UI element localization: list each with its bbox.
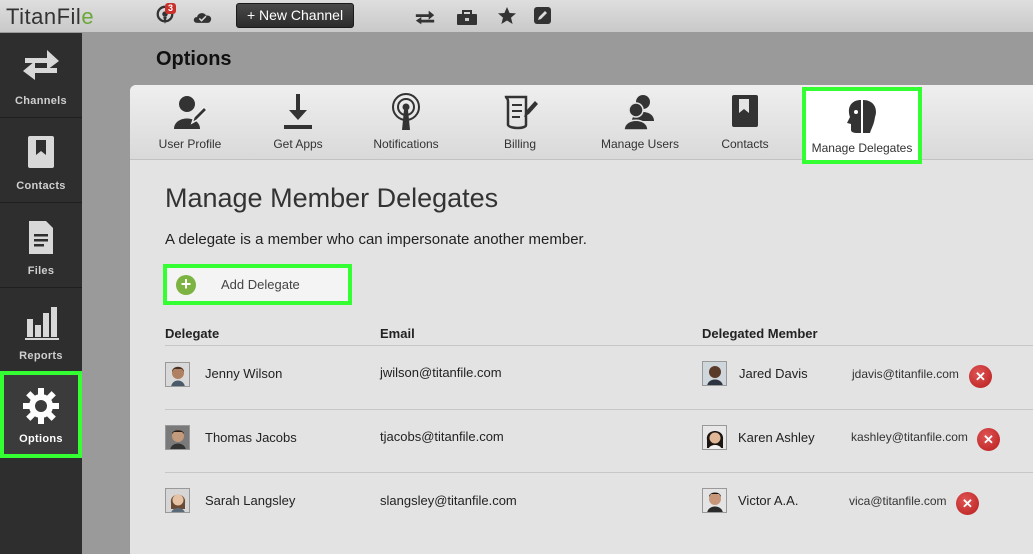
tab-label: Contacts: [721, 137, 769, 151]
tab-get-apps[interactable]: Get Apps: [258, 85, 338, 160]
member-name: Jared Davis: [739, 366, 808, 381]
tab-contacts[interactable]: Contacts: [706, 85, 784, 160]
add-delegate-label: Add Delegate: [221, 277, 300, 292]
member-email: kashley@titanfile.com: [851, 430, 968, 444]
top-bar: TitanFile 3 + New Channel: [0, 0, 1033, 33]
delegate-name: Sarah Langsley: [205, 493, 296, 508]
tab-manage-users[interactable]: Manage Users: [596, 85, 684, 160]
tab-label: Notifications: [373, 137, 439, 151]
tab-label: Manage Users: [600, 137, 680, 151]
avatar: [702, 488, 727, 513]
remove-delegate-button[interactable]: ✕: [969, 365, 992, 388]
close-icon: ✕: [962, 496, 973, 511]
person-photo-icon: [166, 426, 189, 449]
transfer-arrows-icon[interactable]: [414, 7, 436, 27]
bar-chart-icon: [25, 307, 59, 340]
table-divider: [165, 472, 1033, 473]
sidebar-item-label: Channels: [15, 95, 67, 107]
star-icon[interactable]: [496, 6, 518, 26]
delegate-face-icon: [847, 100, 876, 133]
sidebar-item-contacts[interactable]: Contacts: [0, 118, 82, 203]
arrows-swap-icon: [23, 50, 59, 80]
page-title: Options: [156, 48, 232, 70]
section-heading: Manage Member Delegates: [165, 183, 499, 213]
delegate-email: slangsley@titanfile.com: [380, 493, 517, 508]
sidebar-item-label: Files: [27, 265, 55, 277]
person-photo-icon: [703, 489, 726, 512]
briefcase-icon[interactable]: [456, 8, 478, 28]
avatar: [165, 362, 190, 387]
delegate-email: jwilson@titanfile.com: [380, 365, 502, 380]
avatar: [165, 488, 190, 513]
sidebar-item-options[interactable]: Options: [0, 371, 82, 458]
tab-notifications[interactable]: Notifications: [366, 85, 446, 160]
tab-user-profile[interactable]: User Profile: [150, 85, 230, 160]
gear-icon: [23, 388, 59, 424]
person-photo-icon: [703, 362, 726, 385]
sidebar-item-channels[interactable]: Channels: [0, 33, 82, 118]
tab-label: User Profile: [158, 137, 222, 151]
tab-label: Manage Delegates: [811, 141, 913, 155]
delegate-name: Jenny Wilson: [205, 366, 283, 381]
scroll-pen-icon: [504, 95, 538, 130]
add-delegate-button[interactable]: + Add Delegate: [163, 264, 352, 305]
options-panel: User Profile Get Apps Notifications Bill…: [130, 85, 1033, 554]
person-photo-icon: [703, 426, 726, 449]
person-photo-icon: [166, 489, 189, 512]
notification-count-badge: 3: [165, 3, 177, 14]
bookmark-book-icon: [28, 136, 54, 168]
document-icon: [29, 221, 53, 254]
download-icon: [284, 94, 312, 129]
member-email: vica@titanfile.com: [849, 494, 947, 508]
avatar: [702, 425, 727, 450]
sidebar-item-reports[interactable]: Reports: [0, 288, 82, 373]
delegate-name: Thomas Jacobs: [205, 430, 297, 445]
member-email: jdavis@titanfile.com: [852, 367, 959, 381]
column-header-delegated-member[interactable]: Delegated Member: [702, 326, 818, 341]
broadcast-icon: [392, 93, 420, 130]
column-header-delegate[interactable]: Delegate: [165, 326, 219, 341]
plus-circle-icon: +: [176, 275, 196, 295]
avatar: [165, 425, 190, 450]
logo-accent-letter: e: [81, 4, 95, 29]
tab-billing[interactable]: Billing: [480, 85, 560, 160]
table-divider: [165, 345, 1033, 346]
delegate-email: tjacobs@titanfile.com: [380, 429, 504, 444]
sidebar-item-label: Reports: [19, 350, 63, 362]
column-header-email[interactable]: Email: [380, 326, 415, 341]
options-tabs: User Profile Get Apps Notifications Bill…: [130, 85, 1033, 164]
avatar: [702, 361, 727, 386]
book-icon: [732, 95, 758, 127]
tab-label: Get Apps: [273, 137, 323, 151]
titanfile-logo[interactable]: TitanFile: [6, 4, 94, 30]
close-icon: ✕: [975, 369, 986, 384]
sidebar: Channels Contacts Files Reports Options: [0, 33, 82, 554]
remove-delegate-button[interactable]: ✕: [977, 428, 1000, 451]
edit-icon[interactable]: [532, 6, 554, 26]
section-description: A delegate is a member who can impersona…: [165, 231, 587, 248]
table-divider: [165, 409, 1033, 410]
tab-label: Billing: [503, 137, 536, 151]
cloud-check-icon[interactable]: [192, 7, 214, 27]
user-edit-icon: [174, 96, 208, 129]
tab-manage-delegates[interactable]: Manage Delegates: [802, 87, 922, 164]
member-name: Victor A.A.: [738, 493, 799, 508]
sidebar-item-files[interactable]: Files: [0, 203, 82, 288]
member-name: Karen Ashley: [738, 430, 815, 445]
users-icon: [623, 95, 654, 131]
new-channel-button[interactable]: + New Channel: [236, 3, 354, 28]
sidebar-item-label: Contacts: [16, 180, 66, 192]
person-photo-icon: [166, 363, 189, 386]
close-icon: ✕: [983, 432, 994, 447]
sidebar-item-label: Options: [19, 433, 63, 445]
remove-delegate-button[interactable]: ✕: [956, 492, 979, 515]
